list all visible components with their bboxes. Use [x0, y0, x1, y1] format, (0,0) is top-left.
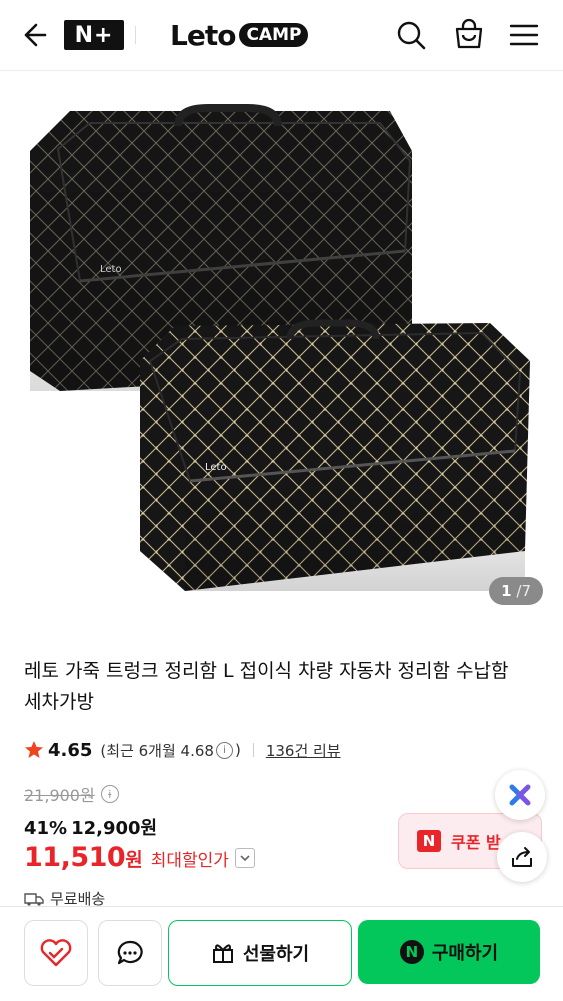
review-count-link[interactable]: 136건 리뷰: [266, 740, 341, 761]
share-button[interactable]: [497, 832, 547, 882]
share-icon: [512, 847, 532, 867]
rating-score: 4.65: [48, 739, 93, 761]
max-discount-label: 최대할인가: [150, 851, 229, 871]
image-counter-total: 7: [521, 582, 531, 600]
gift-button[interactable]: 선물하기: [168, 920, 352, 986]
discount-row: 41% 12,900원: [24, 814, 157, 840]
chat-bubble-icon: [117, 940, 143, 965]
info-icon[interactable]: i: [100, 785, 119, 803]
buy-button[interactable]: N 구매하기: [358, 920, 540, 984]
wishlist-button[interactable]: [24, 920, 88, 986]
original-price: 21,900원 i: [24, 782, 119, 806]
naver-plus-badge[interactable]: N+: [64, 20, 124, 50]
image-counter-current: 1: [501, 582, 512, 600]
brand-logo[interactable]: Leto CAMP: [170, 16, 309, 54]
rating-row: 4.65 (최근 6개월 4.68 i ) 136건 리뷰: [24, 738, 341, 762]
naver-coupon-badge: N: [417, 830, 441, 852]
recent-rating: (최근 6개월 4.68: [100, 741, 214, 760]
back-arrow-icon[interactable]: [18, 20, 48, 50]
divider: [135, 26, 136, 44]
discount-price: 12,900원: [71, 818, 158, 839]
final-price-unit: 원: [125, 849, 143, 871]
original-price-value: 21,900원: [24, 786, 95, 805]
menu-icon[interactable]: [507, 18, 541, 52]
final-price-row[interactable]: 11,510 원 최대할인가: [24, 842, 255, 873]
truck-icon: [24, 892, 44, 906]
top-bar: N+ Leto CAMP: [0, 0, 563, 71]
product-image: Leto Leto: [30, 104, 530, 591]
brand-name: Leto: [170, 18, 236, 52]
star-icon: [25, 741, 43, 758]
buy-label: 구매하기: [431, 943, 499, 964]
front-box-logo: Leto: [205, 462, 227, 473]
discount-rate: 41%: [24, 818, 68, 839]
recent-rating-close: ): [234, 741, 241, 759]
talk-button[interactable]: [98, 920, 162, 986]
bottom-action-bar: 선물하기 N 구매하기: [0, 906, 563, 1001]
heart-icon: [40, 939, 72, 967]
gift-icon: [212, 944, 233, 963]
sparkle-icon: [509, 784, 531, 806]
product-image-gallery[interactable]: Leto Leto: [0, 71, 563, 626]
search-icon[interactable]: [394, 18, 428, 52]
front-organizer: Leto: [140, 319, 530, 591]
gift-label: 선물하기: [242, 944, 310, 965]
image-counter: 1 /7: [489, 577, 543, 605]
shopping-bag-icon[interactable]: [452, 18, 486, 52]
chevron-down-icon[interactable]: [234, 847, 255, 868]
naver-pay-icon: N: [399, 940, 424, 964]
final-price: 11,510: [24, 842, 126, 873]
divider: [252, 743, 254, 757]
product-title: 레토 가죽 트렁크 정리함 L 접이식 차량 자동차 정리함 수납함 세차가방: [24, 660, 509, 713]
info-icon[interactable]: i: [215, 741, 233, 759]
ai-assistant-button[interactable]: [495, 770, 545, 820]
coupon-label: 쿠폰 받: [451, 833, 501, 852]
brand-tag: CAMP: [239, 23, 309, 47]
